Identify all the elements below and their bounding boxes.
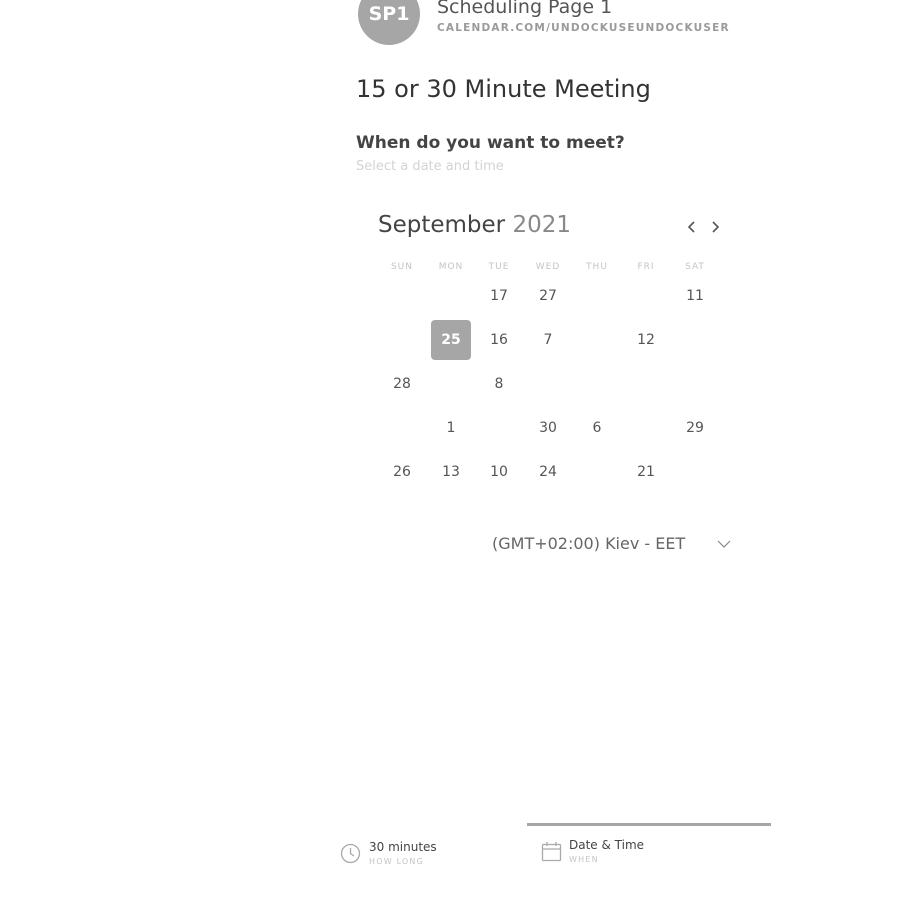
weekday-header: SAT bbox=[685, 262, 705, 272]
date-hint: Select a date and time bbox=[356, 159, 504, 174]
step-duration-label: 30 minutes bbox=[369, 840, 437, 854]
clock-icon bbox=[340, 843, 361, 868]
weekday-header: THU bbox=[586, 262, 608, 272]
avatar: SP1 bbox=[358, 0, 420, 45]
step-date-time-sublabel: WHEN bbox=[569, 855, 599, 864]
date-question-heading: When do you want to meet? bbox=[356, 133, 625, 153]
calendar-day[interactable]: 10 bbox=[479, 452, 519, 492]
calendar-day[interactable]: 7 bbox=[528, 320, 568, 360]
calendar-day[interactable]: 30 bbox=[528, 408, 568, 448]
chevron-right-icon bbox=[712, 221, 720, 233]
calendar-day[interactable]: 29 bbox=[675, 408, 715, 448]
weekday-header: MON bbox=[438, 262, 464, 272]
next-month-button[interactable] bbox=[705, 216, 725, 238]
calendar-day[interactable]: 26 bbox=[382, 452, 422, 492]
calendar-day[interactable]: 27 bbox=[528, 276, 568, 316]
step-duration-sublabel: HOW LONG bbox=[369, 857, 425, 866]
timezone-dropdown-toggle[interactable] bbox=[715, 536, 733, 552]
calendar-month: September bbox=[378, 212, 506, 238]
calendar-day[interactable]: 17 bbox=[479, 276, 519, 316]
calendar-day[interactable]: 6 bbox=[577, 408, 617, 448]
weekday-header: TUE bbox=[488, 262, 510, 272]
calendar-day-selected[interactable]: 25 bbox=[431, 320, 471, 360]
calendar-month-title: September 2021 bbox=[378, 212, 571, 238]
calendar-day[interactable]: 28 bbox=[382, 364, 422, 404]
meeting-title: 15 or 30 Minute Meeting bbox=[356, 75, 651, 103]
calendar-day[interactable]: 1 bbox=[431, 408, 471, 448]
calendar-year: 2021 bbox=[512, 212, 571, 238]
chevron-down-icon bbox=[717, 540, 731, 548]
calendar-day[interactable]: 13 bbox=[431, 452, 471, 492]
calendar-day[interactable]: 24 bbox=[528, 452, 568, 492]
step-date-time-label: Date & Time bbox=[569, 838, 645, 852]
calendar-day[interactable]: 21 bbox=[626, 452, 666, 492]
chevron-left-icon bbox=[687, 221, 695, 233]
active-step-indicator bbox=[527, 823, 771, 826]
previous-month-button[interactable] bbox=[682, 216, 702, 238]
calendar-day[interactable]: 16 bbox=[479, 320, 519, 360]
calendar-icon bbox=[541, 841, 562, 866]
weekday-header: WED bbox=[535, 262, 561, 272]
calendar-day[interactable]: 8 bbox=[479, 364, 519, 404]
weekday-header: FRI bbox=[637, 262, 655, 272]
weekday-header: SUN bbox=[390, 262, 414, 272]
timezone-select[interactable]: (GMT+02:00) Kiev - EET bbox=[492, 534, 685, 553]
calendar-day[interactable]: 11 bbox=[675, 276, 715, 316]
scheduling-page-url[interactable]: CALENDAR.COM/UNDOCKUSEUNDOCKUSER bbox=[437, 22, 730, 34]
calendar-day[interactable]: 12 bbox=[626, 320, 666, 360]
scheduling-page-name: Scheduling Page 1 bbox=[437, 0, 613, 18]
